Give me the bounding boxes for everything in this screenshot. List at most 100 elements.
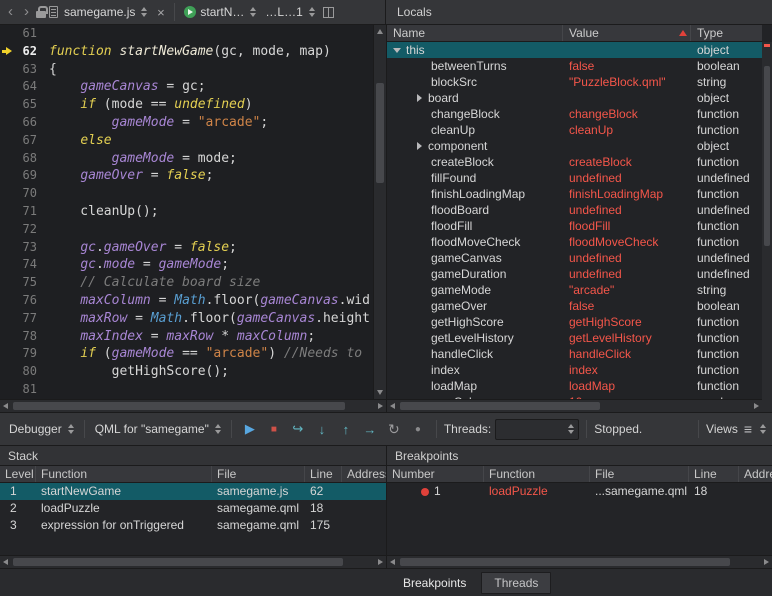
scroll-right-icon[interactable] — [764, 559, 769, 565]
locals-row[interactable]: floodMoveCheckfloodMoveCheckfunction — [387, 234, 762, 250]
scrollbar-thumb[interactable] — [764, 66, 770, 246]
scrollbar-thumb[interactable] — [400, 402, 600, 410]
lock-icon[interactable] — [36, 11, 46, 18]
stack-row[interactable]: 3expression for onTriggeredsamegame.qml1… — [0, 517, 386, 534]
debugger-combo[interactable]: Debugger — [6, 419, 77, 440]
open-file-combo[interactable]: samegame.js — [61, 2, 150, 23]
engine-combo[interactable]: QML for "samegame" — [92, 419, 224, 440]
locals-row[interactable]: betweenTurnsfalseboolean — [387, 58, 762, 74]
line-number[interactable]: 72 — [13, 221, 41, 239]
line-number[interactable]: 73 — [13, 239, 41, 257]
locals-vertical-scrollbar[interactable] — [762, 42, 772, 399]
line-number[interactable]: 77 — [13, 310, 41, 328]
stack-row[interactable]: 1startNewGamesamegame.js62 — [0, 483, 386, 500]
code-editor[interactable]: 6162function startNewGame(gc, mode, map)… — [0, 25, 373, 399]
locals-row[interactable]: finishLoadingMapfinishLoadingMapfunction — [387, 186, 762, 202]
sort-indicator-icon[interactable] — [679, 30, 687, 36]
locals-row[interactable]: blockSrc"PuzzleBlock.qml"string — [387, 74, 762, 90]
code-line[interactable]: 81 — [0, 381, 373, 399]
column-header-value[interactable]: Value — [563, 25, 691, 41]
record-icon[interactable]: ● — [407, 418, 429, 440]
scrollbar-thumb[interactable] — [400, 558, 730, 566]
column-header-type[interactable]: Type — [691, 25, 762, 41]
line-number[interactable]: 75 — [13, 274, 41, 292]
line-number[interactable]: 65 — [13, 96, 41, 114]
code-line[interactable]: 71 cleanUp(); — [0, 203, 373, 221]
line-number[interactable]: 74 — [13, 256, 41, 274]
line-number[interactable]: 64 — [13, 78, 41, 96]
line-number[interactable]: 68 — [13, 150, 41, 168]
scroll-left-icon[interactable] — [3, 403, 8, 409]
code-line[interactable]: 68 gameMode = mode; — [0, 150, 373, 168]
line-number[interactable]: 62 — [13, 43, 41, 61]
line-number[interactable]: 71 — [13, 203, 41, 221]
step-into-icon[interactable]: ↓ — [311, 418, 333, 440]
locals-row[interactable]: indexindexfunction — [387, 362, 762, 378]
locals-row[interactable]: gameCanvasundefinedundefined — [387, 250, 762, 266]
editor-vertical-scrollbar[interactable] — [373, 25, 386, 399]
code-line[interactable]: 75 // Calculate board size — [0, 274, 373, 292]
split-icon[interactable] — [323, 7, 334, 18]
locals-row[interactable]: gameMode"arcade"string — [387, 282, 762, 298]
locals-row[interactable]: changeBlockchangeBlockfunction — [387, 106, 762, 122]
line-number[interactable]: 63 — [13, 61, 41, 79]
line-number[interactable]: 70 — [13, 185, 41, 203]
locals-row[interactable]: floodFillfloodFillfunction — [387, 218, 762, 234]
threads-combo[interactable] — [495, 419, 579, 440]
code-line[interactable]: 64 gameCanvas = gc; — [0, 78, 373, 96]
column-header-address[interactable]: Address — [342, 466, 386, 482]
locals-row[interactable]: getHighScoregetHighScorefunction — [387, 314, 762, 330]
line-number[interactable]: 76 — [13, 292, 41, 310]
stack-row[interactable]: 2loadPuzzlesamegame.qml18 — [0, 500, 386, 517]
symbol-combo[interactable]: …L…1 — [262, 2, 317, 23]
code-line[interactable]: 77 maxRow = Math.floor(gameCanvas.height — [0, 310, 373, 328]
scroll-left-icon[interactable] — [3, 559, 8, 565]
tab-threads[interactable]: Threads — [481, 572, 551, 594]
breakpoint-row[interactable]: 1loadPuzzle...samegame.qml18 — [387, 483, 772, 500]
code-line[interactable]: 65 if (mode == undefined) — [0, 96, 373, 114]
code-line[interactable]: 67 else — [0, 132, 373, 150]
hamburger-icon[interactable]: ≡ — [744, 421, 752, 437]
locals-row[interactable]: cleanUpcleanUpfunction — [387, 122, 762, 138]
expand-closed-icon[interactable] — [417, 94, 422, 102]
code-line[interactable]: 69 gameOver = false; — [0, 167, 373, 185]
locals-row[interactable]: loadMaploadMapfunction — [387, 378, 762, 394]
column-header-function[interactable]: Function — [484, 466, 590, 482]
code-line[interactable]: 76 maxColumn = Math.floor(gameCanvas.wid — [0, 292, 373, 310]
stack-horizontal-scrollbar[interactable] — [0, 555, 386, 568]
run-target-combo[interactable]: startN… — [181, 2, 259, 23]
breakpoints-horizontal-scrollbar[interactable] — [387, 555, 772, 568]
line-number[interactable]: 61 — [13, 25, 41, 43]
code-line[interactable]: 61 — [0, 25, 373, 43]
scrollbar-thumb[interactable] — [376, 83, 384, 183]
code-line[interactable]: 80 getHighScore(); — [0, 363, 373, 381]
column-header-number[interactable]: Number — [387, 466, 484, 482]
column-header-line[interactable]: Line — [305, 466, 342, 482]
continue-icon[interactable]: ▶ — [239, 418, 261, 440]
code-line[interactable]: 72 — [0, 221, 373, 239]
tab-breakpoints[interactable]: Breakpoints — [391, 572, 478, 594]
locals-horizontal-scrollbar[interactable] — [387, 399, 762, 412]
expand-open-icon[interactable] — [393, 48, 401, 53]
column-header-name[interactable]: Name — [387, 25, 563, 41]
scroll-down-icon[interactable] — [377, 390, 383, 395]
scroll-right-icon[interactable] — [754, 403, 759, 409]
column-header-line[interactable]: Line — [689, 466, 739, 482]
run-to-line-icon[interactable]: → — [359, 418, 381, 440]
locals-row[interactable]: getLevelHistorygetLevelHistoryfunction — [387, 330, 762, 346]
locals-row[interactable]: thisobject — [387, 42, 762, 58]
code-line[interactable]: 79 if (gameMode == "arcade") //Needs to — [0, 345, 373, 363]
line-number[interactable]: 66 — [13, 114, 41, 132]
locals-row[interactable]: createBlockcreateBlockfunction — [387, 154, 762, 170]
interrupt-icon[interactable]: ■ — [263, 418, 285, 440]
column-header-address[interactable]: Address — [739, 466, 772, 482]
locals-row[interactable]: boardobject — [387, 90, 762, 106]
line-number[interactable]: 81 — [13, 381, 41, 399]
code-line[interactable]: 70 — [0, 185, 373, 203]
expand-closed-icon[interactable] — [417, 142, 422, 150]
line-number[interactable]: 69 — [13, 167, 41, 185]
column-header-level[interactable]: Level — [0, 466, 36, 482]
step-over-icon[interactable]: ↪ — [287, 418, 309, 440]
forward-button[interactable]: › — [20, 1, 33, 23]
column-header-file[interactable]: File — [590, 466, 689, 482]
